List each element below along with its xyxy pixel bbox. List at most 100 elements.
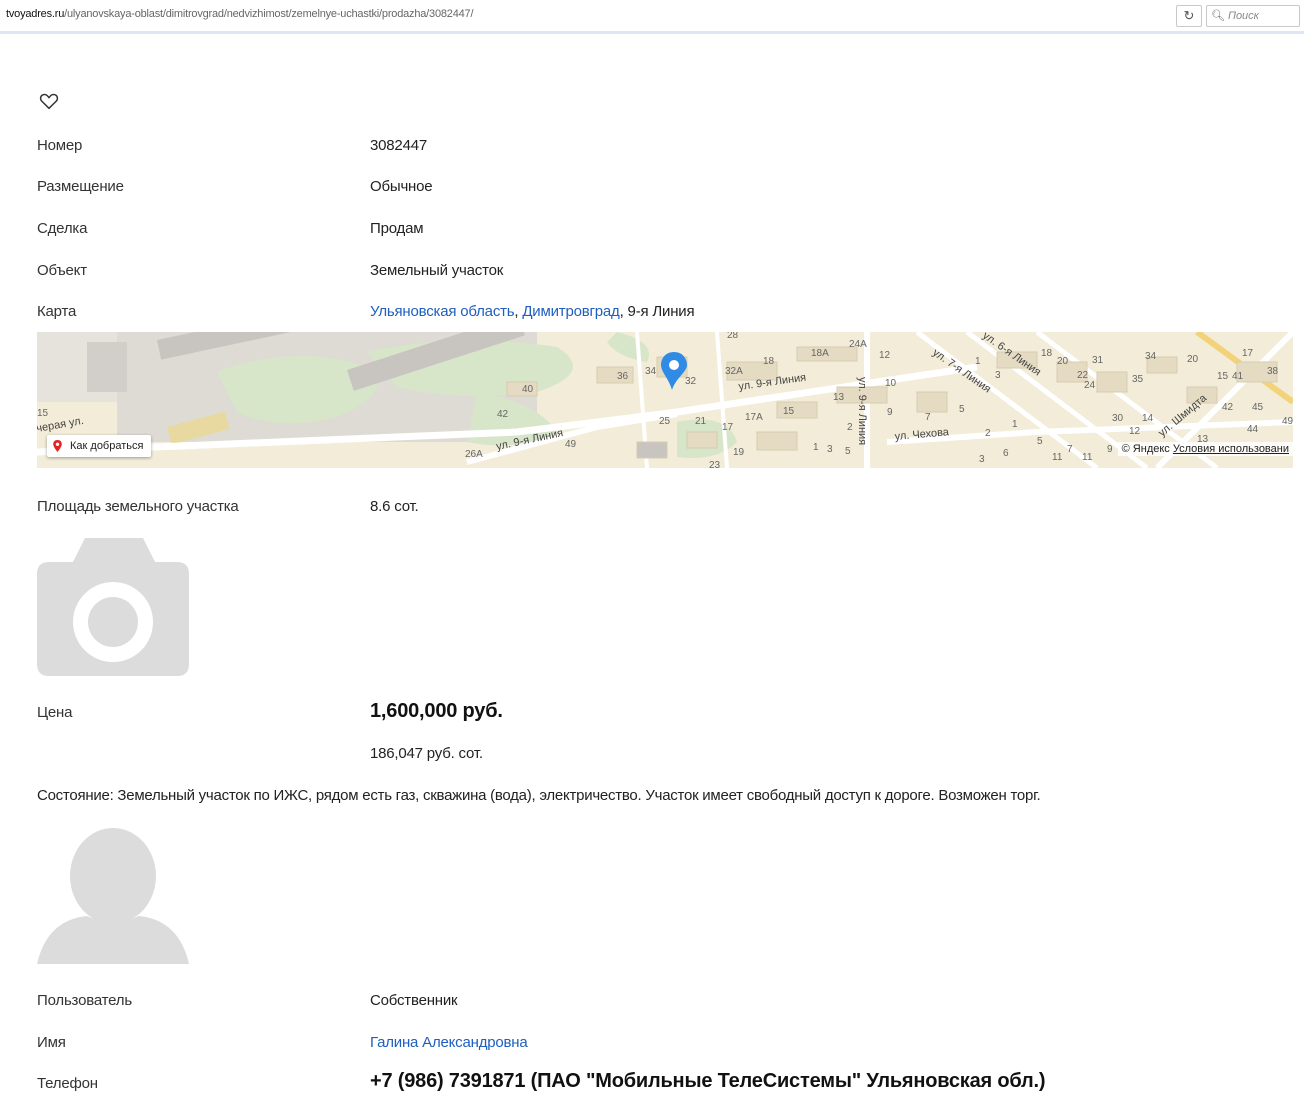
price-label: Цена xyxy=(37,704,73,721)
phone-value: +7 (986) 7391871 (ПАО "Мобильные ТелеСис… xyxy=(370,1070,1046,1092)
svg-text:10: 10 xyxy=(885,378,897,389)
svg-text:1: 1 xyxy=(813,442,819,453)
user-avatar-icon xyxy=(37,828,189,964)
svg-text:45: 45 xyxy=(1252,402,1264,413)
svg-text:17: 17 xyxy=(1242,348,1254,359)
svg-text:42: 42 xyxy=(1222,402,1234,413)
svg-text:15: 15 xyxy=(1217,371,1229,382)
address-bar[interactable]: tvoyadres.ru/ulyanovskaya-oblast/dimitro… xyxy=(6,8,474,20)
svg-text:24А: 24А xyxy=(849,339,867,350)
map-address: Ульяновская область, Димитровград, 9-я Л… xyxy=(370,303,695,320)
svg-text:32: 32 xyxy=(685,376,697,387)
svg-text:42: 42 xyxy=(497,409,509,420)
svg-text:35: 35 xyxy=(1132,374,1144,385)
svg-text:12: 12 xyxy=(1129,426,1141,437)
svg-text:5: 5 xyxy=(845,446,851,457)
svg-text:3: 3 xyxy=(979,454,985,465)
svg-text:17: 17 xyxy=(722,422,734,433)
svg-text:34: 34 xyxy=(1145,351,1157,362)
camera-icon xyxy=(37,538,189,676)
svg-text:20: 20 xyxy=(1187,354,1199,365)
svg-text:1: 1 xyxy=(1012,419,1018,430)
svg-text:ул. 9-я Линия: ул. 9-я Линия xyxy=(856,377,868,445)
description: Состояние: Земельный участок по ИЖС, ряд… xyxy=(37,787,1041,804)
svg-text:49: 49 xyxy=(1282,416,1293,427)
reload-icon: ↻ xyxy=(1183,8,1195,23)
svg-text:12: 12 xyxy=(879,350,891,361)
map-label: Карта xyxy=(37,303,77,320)
yandex-copyright: © Яндекс xyxy=(1121,443,1170,455)
svg-text:17А: 17А xyxy=(745,412,763,423)
svg-text:49: 49 xyxy=(565,439,577,450)
street-name: 9-я Линия xyxy=(627,303,695,320)
user-label: Пользователь xyxy=(37,992,132,1009)
phone-label: Телефон xyxy=(37,1075,98,1092)
object-label: Объект xyxy=(37,262,87,279)
directions-label: Как добраться xyxy=(70,440,144,452)
map-widget[interactable]: ул. 9-я Линия ул. 9-я Линия черая ул. ул… xyxy=(37,332,1293,468)
heart-icon[interactable] xyxy=(38,90,60,112)
deal-label: Сделка xyxy=(37,220,88,237)
svg-text:3: 3 xyxy=(995,370,1001,381)
terms-link[interactable]: Условия использовани xyxy=(1173,443,1289,455)
svg-text:41: 41 xyxy=(1232,371,1244,382)
svg-text:23: 23 xyxy=(709,460,721,468)
svg-text:5: 5 xyxy=(959,404,965,415)
svg-text:44: 44 xyxy=(1247,424,1259,435)
object-value: Земельный участок xyxy=(370,262,504,279)
svg-text:28: 28 xyxy=(727,332,739,341)
route-pin-icon xyxy=(53,440,62,453)
svg-text:1: 1 xyxy=(975,356,981,367)
region-link[interactable]: Ульяновская область xyxy=(370,303,515,320)
svg-text:11: 11 xyxy=(1052,452,1063,463)
address-separator: , xyxy=(619,303,628,320)
directions-button[interactable]: Как добраться xyxy=(47,435,152,457)
search-icon: 🔍︎ xyxy=(1211,10,1225,22)
map-copyright: © Яндекс Условия использовани xyxy=(1117,442,1293,456)
svg-text:26А: 26А xyxy=(465,449,483,460)
svg-text:36: 36 xyxy=(617,371,629,382)
name-value: Галина Александровна xyxy=(370,1034,528,1051)
svg-text:3: 3 xyxy=(827,444,833,455)
svg-text:9: 9 xyxy=(887,407,893,418)
svg-text:5: 5 xyxy=(1037,436,1043,447)
svg-text:15: 15 xyxy=(37,408,49,419)
map-canvas[interactable]: ул. 9-я Линия ул. 9-я Линия черая ул. ул… xyxy=(37,332,1293,468)
svg-text:6: 6 xyxy=(1003,448,1009,459)
svg-text:38: 38 xyxy=(1267,366,1279,377)
svg-text:2: 2 xyxy=(985,428,991,439)
reload-button[interactable]: ↻ xyxy=(1176,5,1202,27)
user-value: Собственник xyxy=(370,992,458,1009)
svg-text:18А: 18А xyxy=(811,348,829,359)
placement-label: Размещение xyxy=(37,178,124,195)
area-value: 8.6 сот. xyxy=(370,498,419,515)
city-link[interactable]: Димитровград xyxy=(522,303,619,320)
number-label: Номер xyxy=(37,137,83,154)
svg-text:32А: 32А xyxy=(725,366,743,377)
deal-value: Продам xyxy=(370,220,424,237)
svg-text:9: 9 xyxy=(1107,444,1113,455)
name-label: Имя xyxy=(37,1034,66,1051)
svg-text:15: 15 xyxy=(783,406,795,417)
price-per-unit: 186,047 руб. сот. xyxy=(370,745,483,762)
svg-text:40: 40 xyxy=(522,384,534,395)
price-value: 1,600,000 руб. xyxy=(370,700,503,722)
name-link[interactable]: Галина Александровна xyxy=(370,1034,528,1051)
svg-text:14: 14 xyxy=(1142,413,1154,424)
svg-text:7: 7 xyxy=(925,412,931,423)
svg-text:13: 13 xyxy=(833,392,845,403)
svg-text:2: 2 xyxy=(847,422,853,433)
svg-text:25: 25 xyxy=(659,416,671,427)
svg-text:20: 20 xyxy=(1057,356,1069,367)
svg-text:30: 30 xyxy=(1112,413,1124,424)
search-input[interactable]: 🔍︎ Поиск xyxy=(1206,5,1300,27)
svg-text:24: 24 xyxy=(1084,380,1096,391)
svg-text:7: 7 xyxy=(1067,444,1073,455)
url-path: /ulyanovskaya-oblast/dimitrovgrad/nedviz… xyxy=(64,8,474,20)
placement-value: Обычное xyxy=(370,178,433,195)
svg-text:19: 19 xyxy=(733,447,745,458)
browser-toolbar: tvoyadres.ru/ulyanovskaya-oblast/dimitro… xyxy=(0,0,1304,34)
svg-text:34: 34 xyxy=(645,366,657,377)
svg-text:18: 18 xyxy=(1041,348,1053,359)
search-placeholder: Поиск xyxy=(1227,10,1259,22)
